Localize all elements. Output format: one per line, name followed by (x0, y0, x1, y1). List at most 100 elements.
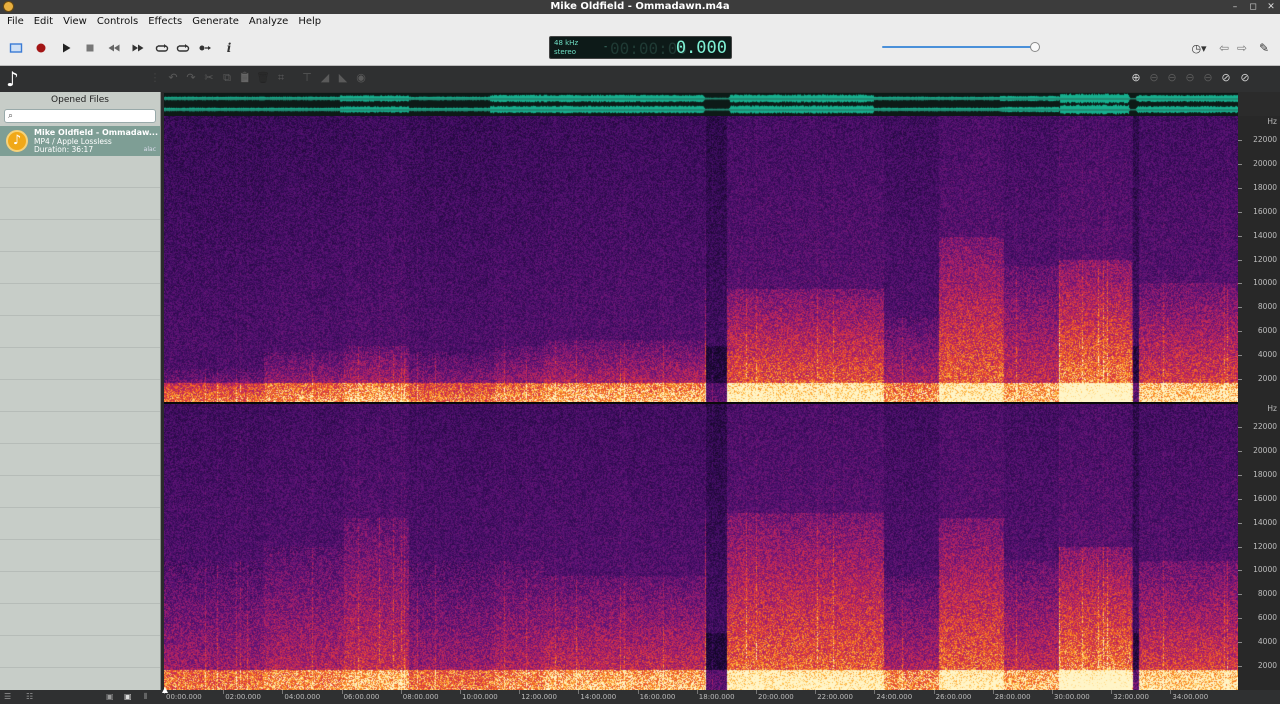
loop-button[interactable] (152, 38, 172, 58)
time-display: 48 kHz stereo - 00:00:00 0.000 (549, 36, 732, 59)
settings-button[interactable]: ✎ (1254, 38, 1274, 58)
frequency-label: 22000 (1253, 134, 1277, 144)
redo-button[interactable]: ↷ (184, 71, 198, 85)
time-tick (756, 690, 757, 694)
frequency-tick (1238, 498, 1242, 500)
frequency-tick (1238, 666, 1242, 668)
time-tick (223, 690, 225, 694)
play-icon (63, 43, 71, 53)
frequency-tick (1238, 474, 1242, 476)
back-button[interactable]: ⇦ (1214, 38, 1234, 58)
history-button[interactable]: ◷▾ (1188, 38, 1210, 58)
frequency-tick (1238, 283, 1242, 285)
zoom-in-button[interactable]: ⊕ (1129, 71, 1143, 85)
redo-icon: ↷ (186, 71, 196, 84)
frequency-label: 4000 (1257, 637, 1277, 647)
menu-help[interactable]: Help (293, 14, 326, 30)
undo-button[interactable]: ↶ (166, 71, 180, 85)
maximize-icon[interactable]: ◻ (1248, 0, 1258, 14)
playhead-marker[interactable] (162, 687, 168, 693)
repeat-button[interactable] (173, 38, 193, 58)
menu-generate[interactable]: Generate (187, 14, 244, 30)
loop-icon (155, 44, 169, 52)
paste-button[interactable]: 📋 (238, 71, 252, 85)
menu-controls[interactable]: Controls (92, 14, 143, 30)
spectrum-icon: ◉ (356, 71, 366, 84)
menu-effects[interactable]: Effects (143, 14, 187, 30)
time-label: 32:00.000 (1113, 693, 1149, 701)
menu-analyze[interactable]: Analyze (244, 14, 293, 30)
time-label: 04:00.000 (284, 693, 321, 701)
frequency-label: 16000 (1253, 493, 1277, 503)
file-list-item[interactable]: ♪ Mike Oldfield - Ommadaw... MP4 / Apple… (0, 126, 160, 156)
frequency-tick (1238, 426, 1242, 428)
delete-button[interactable]: 🗑 (256, 71, 270, 85)
zoom-reset-button[interactable]: ⊖ (1201, 71, 1215, 85)
time-label: 12:00.000 (521, 693, 557, 701)
stop-button[interactable] (80, 38, 100, 58)
menu-view[interactable]: View (58, 14, 92, 30)
follow-playback-button[interactable] (195, 38, 215, 58)
time-sign: - (604, 42, 608, 52)
volume-slider[interactable] (882, 42, 1040, 52)
zoom-selection-button[interactable]: ⊖ (1183, 71, 1197, 85)
forward-icon: ⇨ (1236, 41, 1248, 55)
forward-button[interactable]: ⇨ (1232, 38, 1252, 58)
spectrum-button[interactable]: ◉ (354, 71, 368, 85)
time-label: 06:00.000 (343, 693, 380, 701)
frequency-label: 2000 (1257, 661, 1277, 671)
open-file-icon[interactable]: ▣ (106, 692, 114, 701)
fade-in-button[interactable]: ◢ (318, 71, 332, 85)
grid-view-icon[interactable]: ☷ (26, 692, 33, 701)
waveform-overview-canvas (164, 93, 1238, 116)
frequency-label: 18000 (1253, 469, 1277, 479)
list-view-icon[interactable]: ☰ (4, 692, 11, 701)
time-tick (992, 690, 994, 694)
panel-toggle-icon[interactable]: ⫴ (144, 692, 147, 702)
zoom-out-icon: ⊖ (1149, 71, 1159, 84)
frequency-label: 12000 (1253, 541, 1277, 551)
waveform-overview[interactable] (164, 93, 1238, 116)
frequency-label: 14000 (1253, 230, 1277, 240)
view-toggle-button[interactable] (6, 38, 26, 58)
time-label: 24:00.000 (876, 693, 913, 701)
time-ruler[interactable]: 00:00.000 02:00.000 04:00.000 06:00.000 08:0… (161, 690, 1280, 704)
normalize-button[interactable]: ⊤ (300, 71, 314, 85)
opened-files-title: Opened Files (51, 95, 109, 105)
frequency-tick (1238, 570, 1242, 572)
menu-edit[interactable]: Edit (29, 14, 58, 30)
view-toggle-icon (9, 43, 23, 53)
zoom-fit-button[interactable]: ⊖ (1165, 71, 1179, 85)
time-tick (1111, 690, 1113, 694)
channels-label: stereo (554, 48, 577, 56)
time-label: 28:00.000 (994, 693, 1031, 701)
menu-file[interactable]: File (2, 14, 29, 30)
vertical-zoom-out-button[interactable]: ⊘ (1238, 71, 1252, 85)
volume-knob[interactable] (1030, 42, 1040, 52)
crop-button[interactable]: ⌗ (274, 71, 288, 85)
record-icon (36, 43, 46, 53)
file-list-empty-rows (0, 156, 160, 690)
opened-files-panel: Opened Files ⌕ ♪ Mike Oldfield - Ommadaw… (0, 92, 161, 690)
zoom-out-button[interactable]: ⊖ (1147, 71, 1161, 85)
time-tick (282, 690, 284, 694)
normalize-icon: ⊤ (302, 71, 312, 84)
close-file-icon[interactable]: ▣ (124, 692, 132, 701)
info-button[interactable]: i (219, 38, 239, 58)
close-icon[interactable]: ✕ (1266, 0, 1276, 14)
rewind-button[interactable] (104, 38, 124, 58)
cut-button[interactable]: ✂ (202, 71, 216, 85)
time-label: 08:00.000 (402, 693, 439, 701)
vertical-zoom-in-button[interactable]: ⊘ (1219, 71, 1233, 85)
minimize-icon[interactable]: – (1230, 0, 1240, 14)
fast-forward-button[interactable] (128, 38, 148, 58)
frequency-label: 18000 (1253, 182, 1277, 192)
fade-out-button[interactable]: ◣ (336, 71, 350, 85)
frequency-tick (1238, 331, 1242, 333)
time-label: 14:00.000 (580, 693, 617, 701)
copy-button[interactable]: ⧉ (220, 71, 234, 85)
menu-bar: File Edit View Controls Effects Generate… (0, 14, 1280, 30)
record-button[interactable] (31, 38, 51, 58)
window-controls: – ◻ ✕ (1230, 0, 1276, 14)
play-button[interactable] (56, 38, 76, 58)
